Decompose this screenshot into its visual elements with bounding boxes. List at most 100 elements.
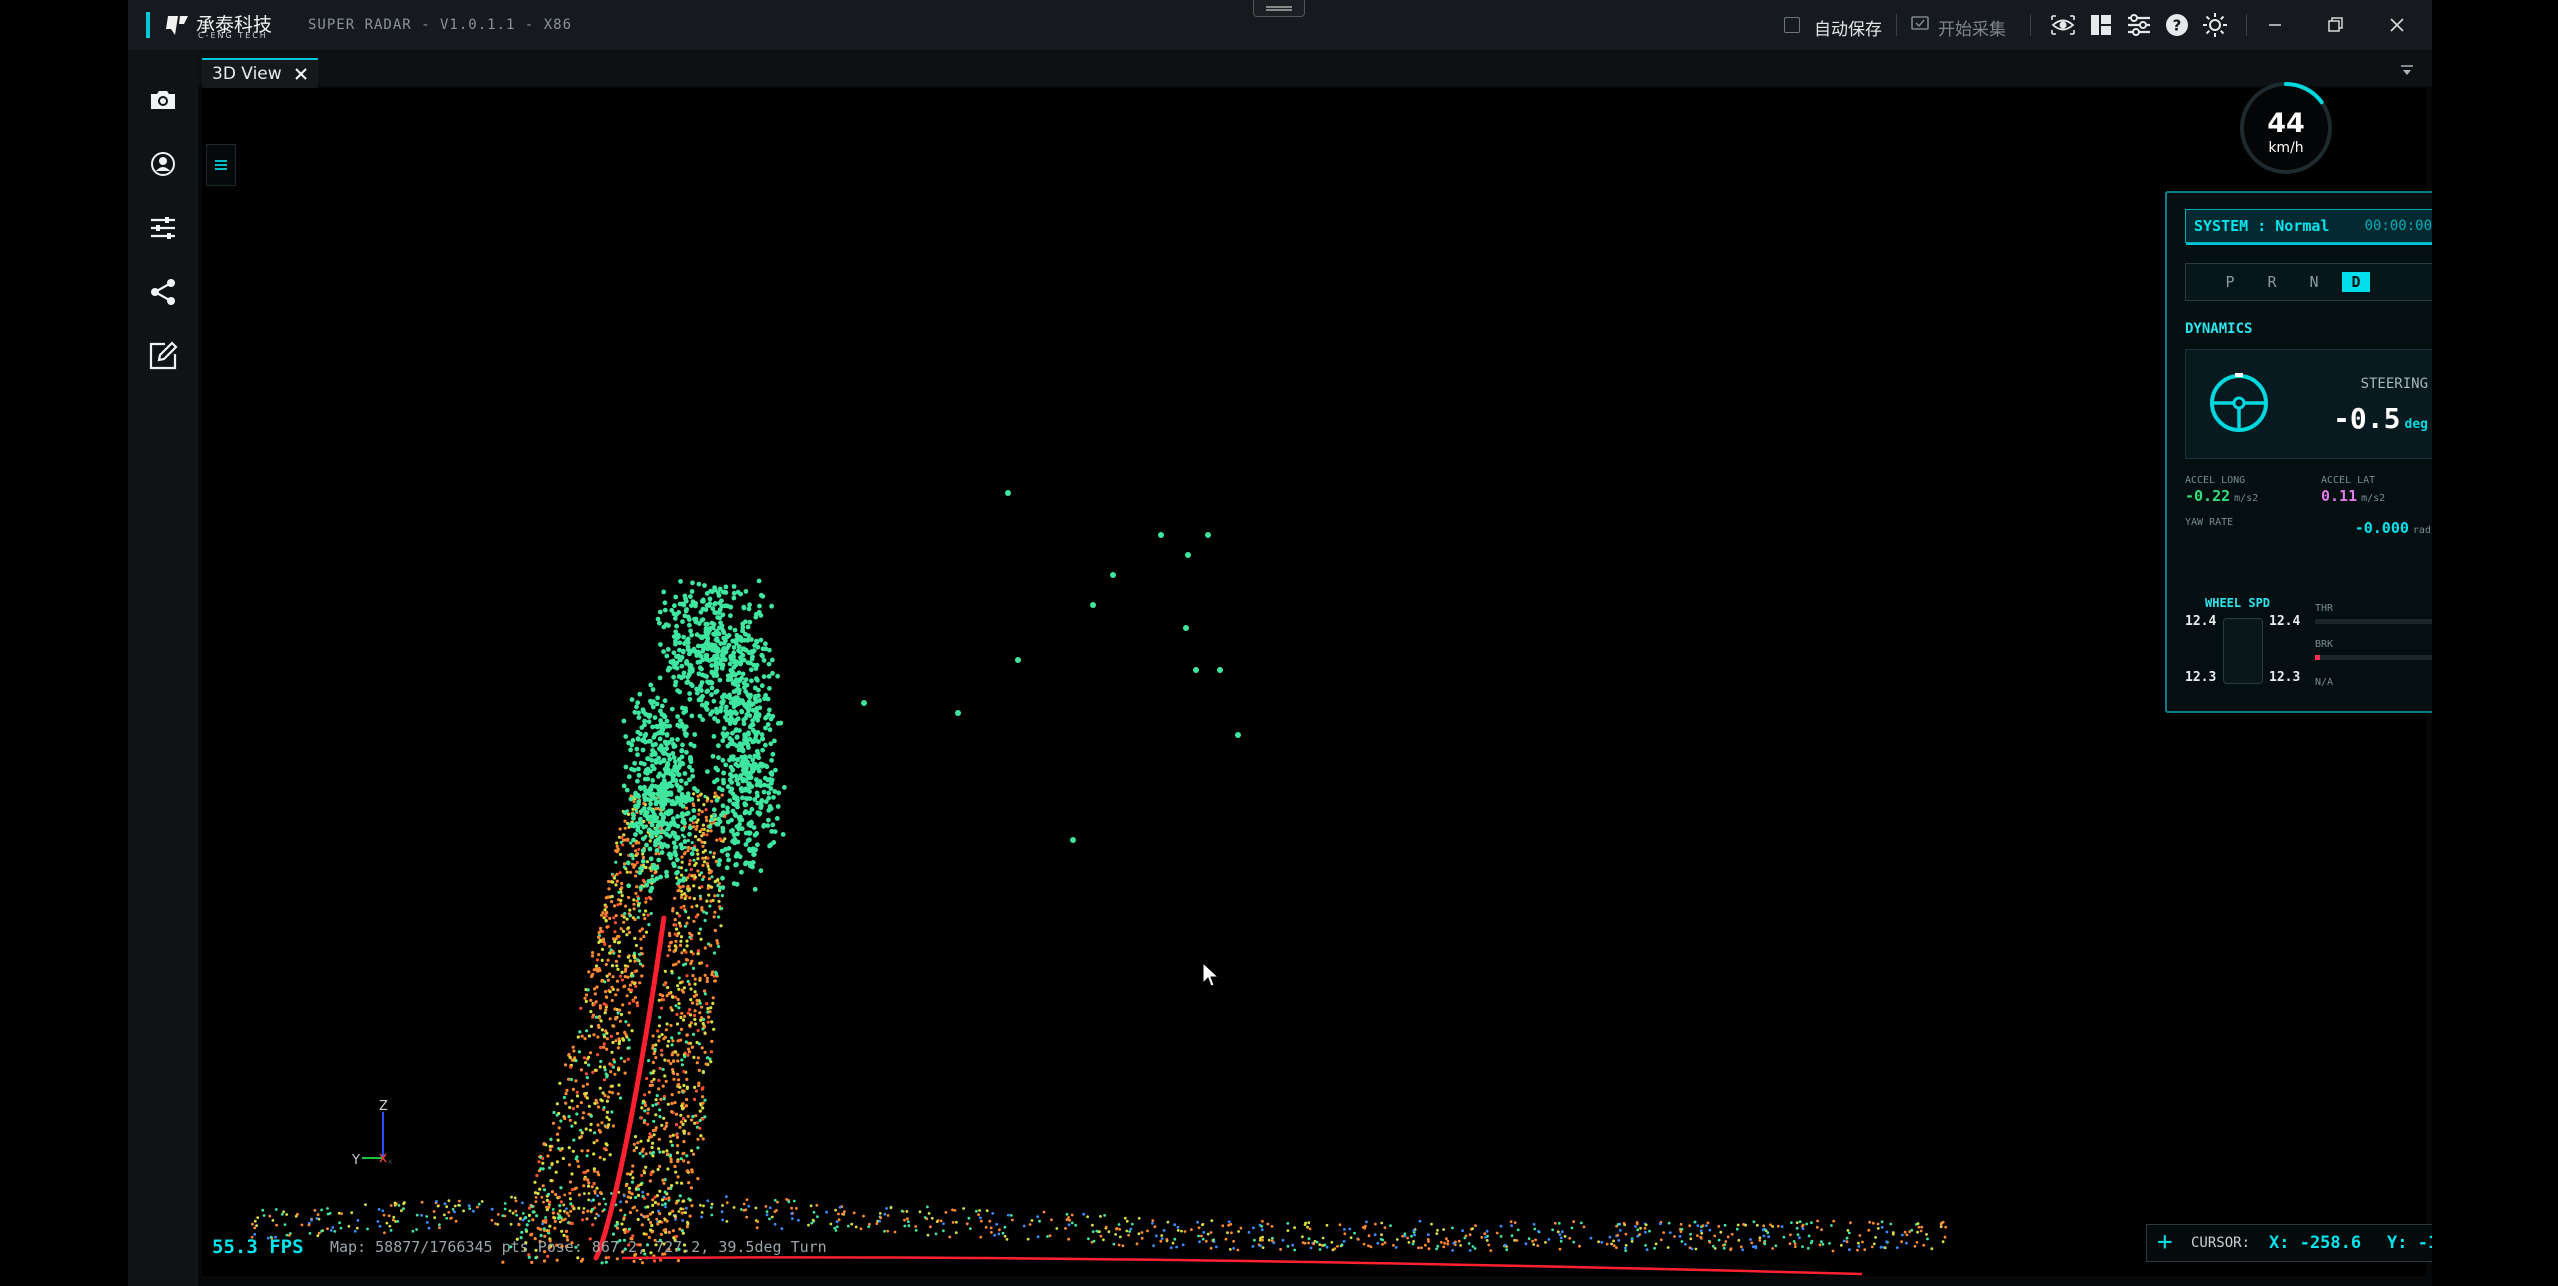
road-point xyxy=(636,852,640,856)
road-point xyxy=(593,992,597,996)
ground-point xyxy=(886,1214,890,1217)
road-point xyxy=(686,876,690,880)
road-point xyxy=(653,1195,657,1199)
vegetation-point xyxy=(737,814,743,820)
ground-point xyxy=(1610,1242,1613,1246)
road-point xyxy=(680,855,684,859)
vegetation-point xyxy=(752,685,758,691)
road-point xyxy=(587,1104,591,1108)
vegetation-point xyxy=(653,784,658,789)
gear-n[interactable]: N xyxy=(2300,272,2328,292)
close-window-icon[interactable] xyxy=(2382,10,2412,40)
system-time: 00:00:00 xyxy=(2364,218,2432,234)
ground-point xyxy=(1349,1236,1353,1240)
ground-point xyxy=(1055,1227,1059,1230)
tab-menu-icon[interactable] xyxy=(2400,64,2414,76)
start-collect-button[interactable]: 开始采集 xyxy=(1938,15,2006,40)
ground-point xyxy=(979,1216,982,1220)
road-point xyxy=(618,852,623,857)
road-point xyxy=(634,841,638,845)
ground-point xyxy=(1204,1239,1208,1243)
user-icon[interactable] xyxy=(145,146,181,182)
ground-point xyxy=(1895,1246,1899,1249)
road-point xyxy=(677,1078,681,1082)
gear-r[interactable]: R xyxy=(2258,272,2286,292)
ground-point xyxy=(732,1206,736,1209)
vegetation-point xyxy=(623,764,629,770)
close-icon[interactable] xyxy=(294,67,308,81)
road-point xyxy=(642,1171,647,1175)
vegetation-point xyxy=(640,836,646,842)
road-point xyxy=(618,949,622,954)
camera-icon[interactable] xyxy=(145,82,181,118)
ground-point xyxy=(1579,1221,1583,1225)
gear-p[interactable]: P xyxy=(2216,272,2244,292)
vegetation-point xyxy=(709,620,715,626)
road-point xyxy=(720,894,725,898)
vegetation-point xyxy=(648,888,653,894)
ground-point xyxy=(256,1216,260,1219)
ground-point xyxy=(366,1227,369,1231)
road-point xyxy=(673,1101,677,1105)
gear-d[interactable]: D xyxy=(2342,272,2370,292)
road-point xyxy=(585,1096,589,1100)
road-point xyxy=(713,979,717,983)
settings-icon[interactable] xyxy=(2126,12,2152,38)
share-icon[interactable] xyxy=(145,274,181,310)
eye-settings-icon[interactable] xyxy=(2050,12,2076,38)
hamburger-button[interactable] xyxy=(206,144,236,186)
ground-point xyxy=(331,1226,335,1229)
road-point xyxy=(680,1104,684,1108)
vegetation-point xyxy=(674,870,679,876)
drag-handle[interactable] xyxy=(1253,0,1305,17)
road-point xyxy=(697,1068,701,1072)
ground-point xyxy=(790,1206,793,1210)
point-cloud-canvas[interactable] xyxy=(202,88,2426,1276)
minimize-icon[interactable] xyxy=(2260,10,2290,40)
vegetation-point xyxy=(667,665,673,671)
restore-icon[interactable] xyxy=(2320,10,2350,40)
ground-point xyxy=(567,1214,571,1217)
ground-point xyxy=(1468,1249,1472,1252)
road-point xyxy=(723,837,727,841)
ground-point xyxy=(521,1201,524,1205)
road-point xyxy=(636,1193,641,1197)
road-point xyxy=(678,981,682,985)
tab-3d-view[interactable]: 3D View xyxy=(202,58,318,88)
collect-icon[interactable] xyxy=(1910,14,1930,34)
road-point xyxy=(662,1116,666,1120)
road-point xyxy=(680,951,684,955)
3d-viewport[interactable]: Z Y X 55.3 FPS Map: 58877/1766345 pts Po… xyxy=(202,88,2432,1276)
ground-point xyxy=(583,1192,586,1195)
ground-point xyxy=(1092,1239,1096,1243)
autosave-checkbox[interactable] xyxy=(1784,17,1800,33)
ground-point xyxy=(333,1230,337,1233)
road-point xyxy=(619,1056,623,1060)
road-point xyxy=(687,862,692,866)
road-point xyxy=(674,927,679,931)
mouse-pointer-icon xyxy=(1202,962,1220,987)
ground-point xyxy=(1128,1230,1131,1233)
ground-point xyxy=(1423,1243,1427,1247)
sliders-icon[interactable] xyxy=(145,210,181,246)
vegetation-point xyxy=(758,868,764,874)
ground-point xyxy=(1318,1248,1322,1251)
ground-point xyxy=(1412,1229,1416,1232)
scattered-point xyxy=(1205,532,1211,538)
help-icon[interactable]: ? xyxy=(2164,12,2190,38)
ground-point xyxy=(326,1207,329,1210)
road-point xyxy=(720,907,724,911)
vegetation-point xyxy=(767,686,772,691)
edit-icon[interactable] xyxy=(145,338,181,374)
road-point xyxy=(690,1170,694,1174)
road-point xyxy=(597,953,601,957)
autosave-label[interactable]: 自动保存 xyxy=(1814,15,1882,40)
road-point xyxy=(520,1230,524,1234)
vegetation-point xyxy=(741,680,747,686)
layout-icon[interactable] xyxy=(2088,12,2114,38)
vegetation-point xyxy=(661,589,667,595)
sun-icon[interactable] xyxy=(2202,12,2228,38)
road-point xyxy=(668,1134,672,1138)
road-point xyxy=(634,849,638,853)
vegetation-point xyxy=(689,589,695,594)
